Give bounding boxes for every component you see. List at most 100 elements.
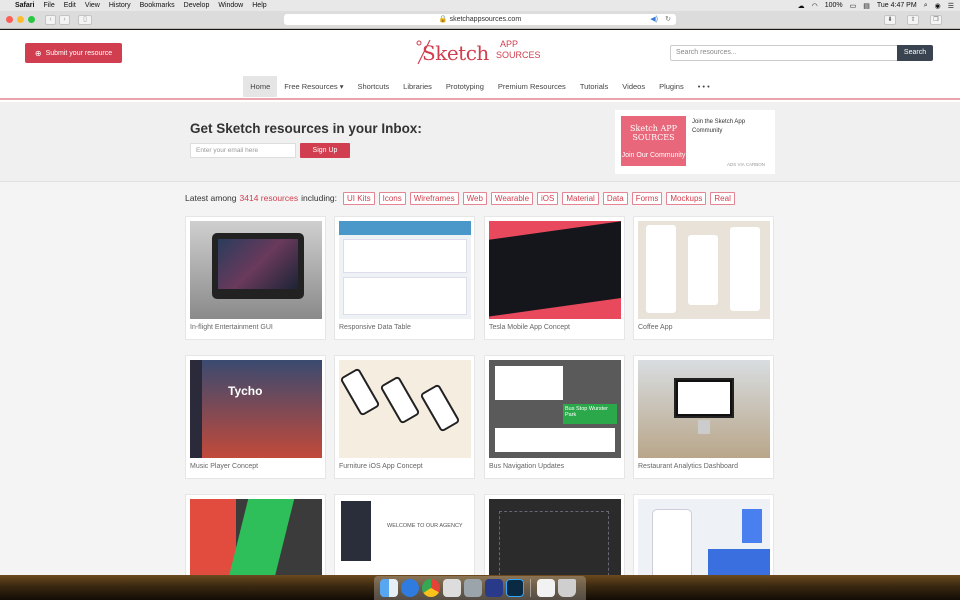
user-icon[interactable]: ◉ bbox=[935, 2, 941, 10]
nav-libraries[interactable]: Libraries bbox=[396, 76, 439, 97]
audio-icon[interactable]: ◀) bbox=[650, 14, 658, 25]
tag-icons[interactable]: Icons bbox=[378, 191, 406, 205]
resource-card[interactable]: Restaurant Analytics Dashboard bbox=[633, 355, 774, 479]
resource-card[interactable]: Responsive Data Table bbox=[334, 216, 475, 340]
resource-thumbnail[interactable]: Tycho bbox=[190, 360, 322, 458]
menu-file[interactable]: File bbox=[43, 2, 54, 9]
close-window-button[interactable] bbox=[6, 16, 13, 23]
tag-ios[interactable]: iOS bbox=[537, 191, 559, 205]
resource-thumbnail[interactable] bbox=[489, 221, 621, 319]
chrome-icon[interactable] bbox=[422, 579, 440, 597]
resource-card[interactable]: In-flight Entertainment GUI bbox=[185, 216, 326, 340]
resource-card[interactable] bbox=[185, 494, 326, 575]
vscode-icon[interactable] bbox=[485, 579, 503, 597]
menu-app-name[interactable]: Safari bbox=[15, 2, 34, 9]
ad-via[interactable]: ADS VIA CARBON bbox=[727, 162, 765, 167]
submit-resource-button[interactable]: ⊕ Submit your resource bbox=[25, 43, 122, 63]
tag-mockups[interactable]: Mockups bbox=[666, 191, 707, 205]
flag-icon[interactable]: ▤ bbox=[863, 2, 870, 10]
menu-help[interactable]: Help bbox=[252, 2, 266, 9]
menu-edit[interactable]: Edit bbox=[64, 2, 76, 9]
tag-web[interactable]: Web bbox=[462, 191, 487, 205]
resource-thumbnail[interactable]: Bus Stop Wurster Park bbox=[489, 360, 621, 458]
trash-icon[interactable] bbox=[558, 579, 576, 597]
finder-icon[interactable] bbox=[380, 579, 398, 597]
nav-premium-resources[interactable]: Premium Resources bbox=[491, 76, 573, 97]
signup-button[interactable]: Sign Up bbox=[300, 143, 350, 158]
resource-title[interactable]: Tesla Mobile App Concept bbox=[489, 324, 570, 331]
zoom-window-button[interactable] bbox=[28, 16, 35, 23]
resource-thumbnail[interactable] bbox=[190, 499, 322, 575]
resource-thumbnail[interactable] bbox=[638, 360, 770, 458]
resource-thumbnail[interactable] bbox=[339, 360, 471, 458]
menu-history[interactable]: History bbox=[109, 2, 131, 9]
sequel-pro-icon[interactable] bbox=[443, 579, 461, 597]
battery-percent[interactable]: 100% bbox=[825, 2, 843, 9]
resource-thumbnail[interactable] bbox=[489, 499, 621, 575]
reload-icon[interactable]: ↻ bbox=[665, 14, 671, 25]
tag-material[interactable]: Material bbox=[562, 191, 599, 205]
resource-card[interactable]: Bus Stop Wurster Park Bus Navigation Upd… bbox=[484, 355, 625, 479]
preview-icon[interactable] bbox=[464, 579, 482, 597]
sidebar-toggle-button[interactable]: ▯ bbox=[78, 14, 92, 25]
menubar-clock[interactable]: Tue 4:47 PM bbox=[877, 2, 917, 9]
resource-title[interactable]: Music Player Concept bbox=[190, 463, 258, 470]
nav-videos[interactable]: Videos bbox=[615, 76, 652, 97]
nav-more[interactable]: • • • bbox=[691, 76, 717, 97]
resource-title[interactable]: In-flight Entertainment GUI bbox=[190, 324, 273, 331]
nav-prototyping[interactable]: Prototyping bbox=[439, 76, 491, 97]
nav-shortcuts[interactable]: Shortcuts bbox=[350, 76, 396, 97]
tabs-overview-button[interactable]: ❐ bbox=[930, 15, 942, 25]
resource-card[interactable] bbox=[484, 494, 625, 575]
resource-card[interactable]: Coffee App bbox=[633, 216, 774, 340]
nav-tutorials[interactable]: Tutorials bbox=[573, 76, 615, 97]
nav-home[interactable]: Home bbox=[243, 76, 278, 97]
tag-forms[interactable]: Forms bbox=[631, 191, 663, 205]
document-icon[interactable] bbox=[537, 579, 555, 597]
resource-card[interactable]: Furniture iOS App Concept bbox=[334, 355, 475, 479]
resource-card[interactable]: WELCOME TO OUR AGENCY bbox=[334, 494, 475, 575]
cloud-icon[interactable]: ☁ bbox=[798, 2, 805, 10]
ad-image[interactable]: Sketch APP SOURCES Join Our Community bbox=[621, 116, 686, 166]
tag-ui-kits[interactable]: UI Kits bbox=[343, 191, 375, 205]
spotlight-icon[interactable]: ⌕ bbox=[924, 2, 928, 10]
resource-thumbnail[interactable] bbox=[638, 499, 770, 575]
wifi-icon[interactable]: ◠ bbox=[812, 2, 818, 10]
search-button[interactable]: Search bbox=[897, 45, 933, 61]
share-button[interactable]: ⇧ bbox=[907, 15, 919, 25]
photoshop-icon[interactable] bbox=[506, 579, 524, 597]
search-input[interactable]: Search resources... bbox=[670, 45, 898, 61]
nav-plugins[interactable]: Plugins bbox=[652, 76, 691, 97]
site-logo[interactable]: Sketch APP SOURCES bbox=[416, 38, 548, 68]
menu-view[interactable]: View bbox=[85, 2, 100, 9]
notification-center-icon[interactable]: ☰ bbox=[948, 2, 954, 10]
forward-button[interactable]: › bbox=[59, 14, 70, 25]
resource-title[interactable]: Responsive Data Table bbox=[339, 324, 411, 331]
menu-bookmarks[interactable]: Bookmarks bbox=[140, 2, 175, 9]
resource-card[interactable]: Tesla Mobile App Concept bbox=[484, 216, 625, 340]
resource-thumbnail[interactable] bbox=[190, 221, 322, 319]
resource-thumbnail[interactable] bbox=[638, 221, 770, 319]
resource-card[interactable]: Tycho Music Player Concept bbox=[185, 355, 326, 479]
tag-wearable[interactable]: Wearable bbox=[490, 191, 534, 205]
tag-wireframes[interactable]: Wireframes bbox=[409, 191, 459, 205]
carbon-ad[interactable]: Sketch APP SOURCES Join Our Community Jo… bbox=[615, 110, 775, 174]
address-bar[interactable]: 🔒 sketchappsources.com ◀) ↻ bbox=[284, 14, 676, 25]
battery-icon[interactable]: ▭ bbox=[850, 2, 857, 10]
safari-icon[interactable] bbox=[401, 579, 419, 597]
tag-data[interactable]: Data bbox=[602, 191, 628, 205]
nav-free-resources[interactable]: Free Resources ▾ bbox=[277, 76, 350, 97]
tag-real[interactable]: Real bbox=[710, 191, 735, 205]
ad-text[interactable]: Join the Sketch App Community bbox=[692, 118, 770, 136]
resource-card[interactable] bbox=[633, 494, 774, 575]
minimize-window-button[interactable] bbox=[17, 16, 24, 23]
back-button[interactable]: ‹ bbox=[45, 14, 56, 25]
resource-title[interactable]: Coffee App bbox=[638, 324, 673, 331]
resource-thumbnail[interactable] bbox=[339, 221, 471, 319]
resource-count-link[interactable]: 3414 resources bbox=[240, 193, 299, 203]
resource-title[interactable]: Restaurant Analytics Dashboard bbox=[638, 463, 738, 470]
menu-develop[interactable]: Develop bbox=[184, 2, 210, 9]
menu-window[interactable]: Window bbox=[218, 2, 243, 9]
resource-title[interactable]: Bus Navigation Updates bbox=[489, 463, 564, 470]
email-input[interactable]: Enter your email here bbox=[190, 143, 296, 158]
